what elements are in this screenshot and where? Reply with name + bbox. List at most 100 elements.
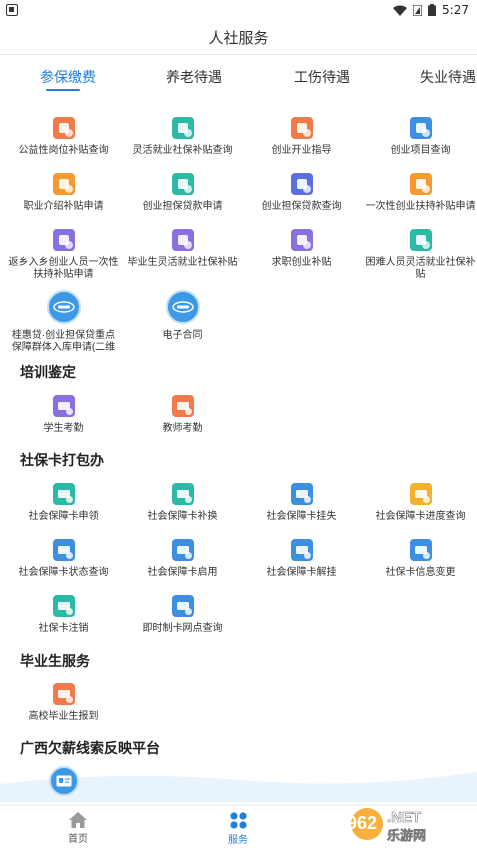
student-attendance-icon [52, 395, 75, 417]
service-item[interactable]: 求职创业补贴 [242, 229, 361, 269]
service-item-label: 创业开业指导 [271, 145, 332, 156]
tab-pension[interactable]: 养老待遇 [166, 67, 222, 87]
section-item[interactable]: 社会保障卡启用 [123, 539, 242, 579]
card-loss-icon [290, 483, 313, 505]
return-doc-icon [52, 229, 75, 251]
section-item-label: 社会保障卡启用 [147, 567, 218, 578]
e-contract-icon [165, 290, 200, 324]
service-item-label: 公益性岗位补贴查询 [18, 145, 109, 156]
hardship-doc-icon [409, 229, 432, 251]
card-replace-icon [171, 483, 194, 505]
service-item[interactable]: 电子合同 [123, 290, 242, 342]
section-item[interactable]: 教师考勤 [123, 395, 242, 435]
service-item[interactable]: 困难人员灵活就业社保补贴 [361, 229, 477, 281]
money-bag-icon [171, 117, 194, 139]
section-item-label: 社会保障卡申领 [28, 511, 99, 522]
active-tab-indicator [46, 89, 80, 91]
card-status-icon [52, 539, 75, 561]
section-item[interactable]: 社保卡信息变更 [361, 539, 477, 579]
service-item[interactable]: 职业介绍补贴申请 [4, 173, 123, 213]
header: 人社服务 [0, 20, 477, 55]
service-item[interactable]: 灵活就业社保补贴查询 [123, 117, 242, 157]
section-item[interactable]: 社会保障卡申领 [4, 483, 123, 523]
service-item[interactable]: 桂惠贷·创业担保贷重点保障群体入库申请(二维 [4, 290, 123, 354]
tab-contribution[interactable]: 参保缴费 [40, 67, 96, 87]
section-item[interactable]: 学生考勤 [4, 395, 123, 435]
section-item[interactable]: 社会保障卡补换 [123, 483, 242, 523]
service-item-label: 求职创业补贴 [271, 257, 332, 268]
card-activate-icon [171, 539, 194, 561]
person-chat-icon [52, 173, 75, 195]
briefcase-search-icon [409, 117, 432, 139]
services-icon [229, 812, 247, 829]
id-card-icon [49, 766, 79, 796]
status-bar: 5:27 [0, 0, 477, 20]
service-item[interactable]: 创业开业指导 [242, 117, 361, 157]
section-item-label: 学生考勤 [43, 423, 84, 434]
graduate-report-icon [52, 683, 75, 705]
section-item-label: 社会保障卡进度查询 [375, 511, 466, 522]
service-item-label: 职业介绍补贴申请 [23, 201, 104, 212]
service-item[interactable]: 创业担保贷款查询 [242, 173, 361, 213]
section-item[interactable]: 即时制卡网点查询 [123, 595, 242, 635]
nav-services[interactable]: 服务 [208, 812, 268, 846]
section-item-label: 社会保障卡补换 [147, 511, 218, 522]
card-unlock-icon [290, 539, 313, 561]
service-item[interactable]: 毕业生灵活就业社保补贴 [123, 229, 242, 269]
map-pin-icon [171, 595, 194, 617]
service-item[interactable]: 一次性创业扶持补贴申请 [361, 173, 477, 213]
section-title-social-card: 社保卡打包办 [20, 452, 104, 468]
book-icon [290, 117, 313, 139]
section-item[interactable]: 社保卡注销 [4, 595, 123, 635]
section-title-graduate: 毕业生服务 [20, 653, 90, 669]
teacher-attendance-icon [171, 395, 194, 417]
section-item[interactable]: 社会保障卡挂失 [242, 483, 361, 523]
nav-home[interactable]: 首页 [48, 812, 108, 845]
section-item[interactable]: 社会保障卡进度查询 [361, 483, 477, 523]
section-item-label: 高校毕业生报到 [28, 711, 99, 722]
service-item[interactable]: 返乡入乡创业人员一次性扶持补贴申请 [4, 229, 123, 281]
graduate-doc-icon [171, 229, 194, 251]
wage-arrears-platform-item[interactable] [49, 766, 79, 796]
svg-text:962: 962 [347, 813, 377, 833]
service-item[interactable]: 创业项目查询 [361, 117, 477, 157]
tab-unemployment[interactable]: 失业待遇 [420, 67, 476, 87]
service-item-label: 桂惠贷·创业担保贷重点保障群体入库申请(二维 [11, 330, 116, 353]
card-progress-icon [409, 483, 432, 505]
section-title-training: 培训鉴定 [20, 364, 76, 380]
nav-home-label: 首页 [68, 834, 88, 845]
loan-search-icon [290, 173, 313, 195]
service-item-label: 创业担保贷款查询 [261, 201, 342, 212]
coins-icon [52, 117, 75, 139]
signal-icon [413, 4, 423, 16]
service-item[interactable]: 公益性岗位补贴查询 [4, 117, 123, 157]
battery-icon [428, 4, 437, 16]
job-bag-icon [290, 229, 313, 251]
service-item-label: 灵活就业社保补贴查询 [132, 145, 233, 156]
service-item-label: 电子合同 [162, 330, 203, 341]
section-item[interactable]: 社会保障卡状态查询 [4, 539, 123, 579]
watermark-logo: 962 .NET 乐游网 [341, 800, 471, 844]
card-cancel-icon [52, 595, 75, 617]
service-item-label: 毕业生灵活就业社保补贴 [127, 257, 238, 268]
section-item[interactable]: 社会保障卡解挂 [242, 539, 361, 579]
section-item-label: 社保卡注销 [38, 623, 89, 634]
section-item-label: 社会保障卡挂失 [266, 511, 337, 522]
section-item-label: 社会保障卡解挂 [266, 567, 337, 578]
card-apply-icon [52, 483, 75, 505]
service-item-label: 创业项目查询 [390, 145, 451, 156]
page-title: 人社服务 [208, 29, 269, 47]
section-item[interactable]: 高校毕业生报到 [4, 683, 123, 723]
card-info-change-icon [409, 539, 432, 561]
section-item-label: 社会保障卡状态查询 [18, 567, 109, 578]
service-item[interactable]: 创业担保贷款申请 [123, 173, 242, 213]
wifi-icon [393, 5, 408, 16]
tab-injury[interactable]: 工伤待遇 [294, 67, 350, 87]
service-item-label: 创业担保贷款申请 [142, 201, 223, 212]
service-item-label: 返乡入乡创业人员一次性扶持补贴申请 [8, 257, 119, 280]
service-item-label: 一次性创业扶持补贴申请 [365, 201, 476, 212]
watermark-sub: 乐游网 [387, 828, 426, 844]
nav-services-label: 服务 [228, 835, 248, 846]
status-time: 5:27 [442, 3, 469, 17]
guihuidai-icon [46, 290, 81, 324]
